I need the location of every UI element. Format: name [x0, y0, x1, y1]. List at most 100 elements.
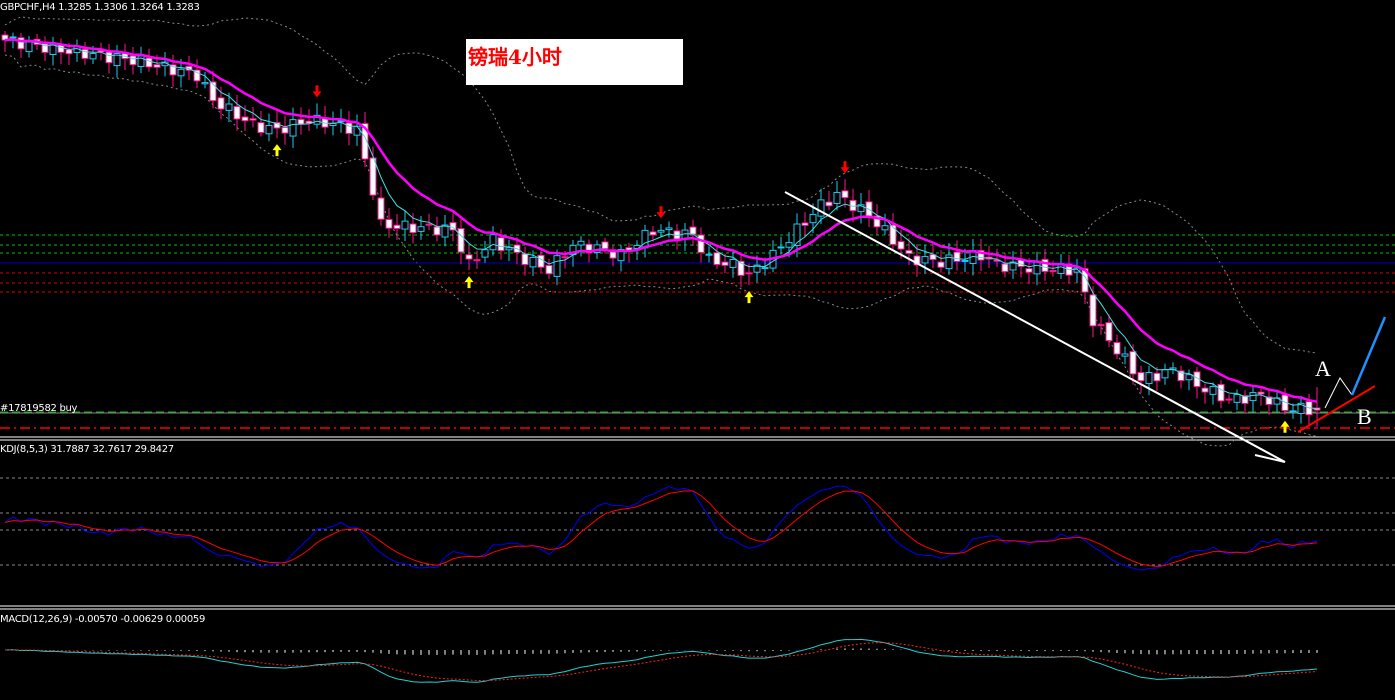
- candle: [177, 68, 185, 77]
- symbol-header: GBPCHF,H4 1.3285 1.3306 1.3264 1.3283: [0, 2, 200, 13]
- candle: [1185, 374, 1193, 381]
- candle: [473, 259, 481, 262]
- candle: [809, 213, 817, 224]
- candle: [881, 225, 889, 231]
- candle: [9, 36, 17, 39]
- candle: [721, 261, 729, 266]
- candle: [601, 241, 609, 250]
- kdj-d-line: [4, 490, 1318, 567]
- candle: [257, 122, 265, 134]
- price-chart[interactable]: [0, 0, 1395, 700]
- candle: [329, 122, 337, 127]
- title-box: 镑瑞4小时: [466, 39, 683, 85]
- candle: [777, 246, 785, 249]
- candle: [1097, 324, 1105, 327]
- candle: [497, 237, 505, 252]
- candle: [401, 220, 409, 230]
- candle: [833, 191, 841, 204]
- candle: [433, 226, 441, 236]
- candle: [233, 105, 241, 120]
- kdj-label: KDJ(8,5,3) 31.7887 32.7617 29.8427: [0, 444, 174, 455]
- candle: [1089, 294, 1097, 327]
- candle: [465, 254, 473, 260]
- candle: [649, 231, 657, 236]
- candle: [225, 103, 233, 111]
- candle: [641, 229, 649, 249]
- candle: [889, 224, 897, 245]
- candle: [697, 234, 705, 253]
- candle: [1161, 369, 1169, 379]
- candle: [417, 226, 425, 232]
- candle: [297, 118, 305, 125]
- candle: [537, 254, 545, 268]
- candle: [1201, 387, 1209, 393]
- candle: [153, 64, 161, 68]
- candle: [65, 49, 73, 55]
- candle: [409, 223, 417, 234]
- candle: [705, 253, 713, 256]
- candle: [553, 255, 561, 277]
- candle: [841, 190, 849, 199]
- order-label: #17819582 buy: [0, 403, 78, 414]
- candle: [1049, 269, 1057, 272]
- candle: [1217, 383, 1225, 402]
- sell-arrow-icon: [312, 85, 322, 98]
- candle: [713, 252, 721, 266]
- buy-arrow-icon: [272, 144, 282, 157]
- candle: [129, 55, 137, 66]
- candle: [249, 118, 257, 121]
- candle: [281, 126, 289, 134]
- candle: [481, 249, 489, 258]
- candle: [657, 229, 665, 233]
- candle: [289, 119, 297, 137]
- candle: [1001, 263, 1009, 273]
- candle: [425, 223, 433, 226]
- title-text: 镑瑞4小时: [468, 45, 562, 69]
- trendline: [784, 191, 1286, 463]
- candle: [105, 51, 113, 64]
- candle: [457, 228, 465, 253]
- annotation-b: B: [1357, 404, 1372, 429]
- candle: [505, 247, 513, 251]
- candle: [689, 226, 697, 235]
- candle: [1033, 261, 1041, 275]
- candle: [937, 261, 945, 268]
- candle: [385, 218, 393, 229]
- candle: [745, 272, 753, 275]
- candle: [217, 97, 225, 110]
- candle: [801, 222, 809, 226]
- candle: [1233, 393, 1241, 403]
- candle: [1209, 386, 1217, 395]
- candle: [1121, 353, 1129, 357]
- candle: [353, 125, 361, 136]
- candle: [785, 242, 793, 248]
- candle: [545, 264, 553, 275]
- buy-arrow-icon: [744, 291, 754, 304]
- candle: [1113, 341, 1121, 355]
- candle: [265, 124, 273, 135]
- sell-arrow-icon: [656, 206, 666, 219]
- candle: [201, 82, 209, 85]
- candle: [521, 253, 529, 266]
- candle: [345, 122, 353, 134]
- candle: [145, 57, 153, 68]
- candle: [241, 116, 249, 122]
- kdj-k-line: [4, 485, 1318, 571]
- macd-label: MACD(12,26,9) -0.00570 -0.00629 0.00059: [0, 614, 206, 625]
- candle: [1105, 322, 1113, 342]
- candle: [825, 201, 833, 207]
- candle: [577, 240, 585, 246]
- candle: [529, 256, 537, 268]
- candle: [1137, 371, 1145, 382]
- macd-line: [4, 638, 1318, 683]
- candle: [393, 224, 401, 230]
- candle: [1249, 392, 1257, 402]
- candle: [921, 256, 929, 264]
- candle: [89, 52, 97, 60]
- candle: [665, 227, 673, 231]
- zigzag-projection: [1324, 377, 1353, 409]
- candle: [1257, 391, 1265, 395]
- candle: [905, 249, 913, 254]
- candle: [1153, 372, 1161, 382]
- candle: [377, 197, 385, 220]
